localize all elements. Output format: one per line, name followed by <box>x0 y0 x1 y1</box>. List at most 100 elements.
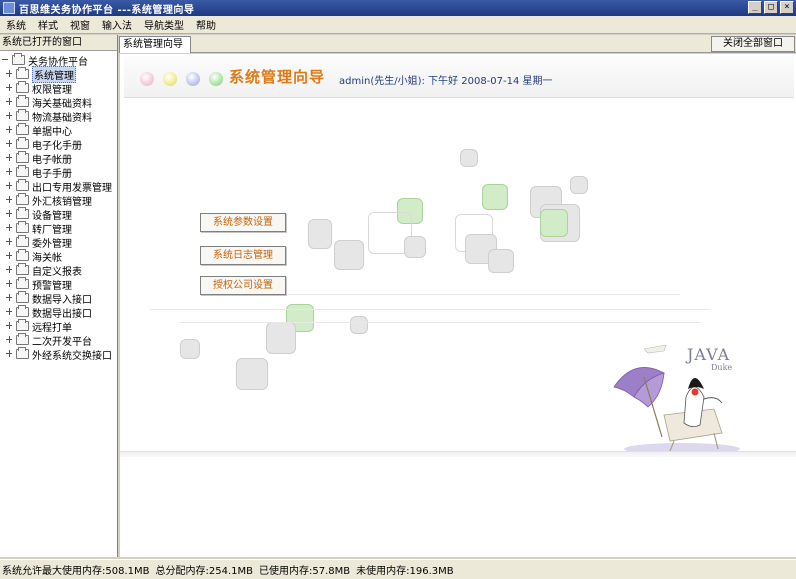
sidebar-item[interactable]: 数据导入接口 <box>0 291 117 306</box>
folder-icon <box>16 137 29 149</box>
expand-icon[interactable] <box>6 308 14 316</box>
used-memory-text: 已使用内存:57.8MB <box>259 566 351 577</box>
pink-dot-icon <box>140 72 154 86</box>
expand-icon[interactable] <box>6 210 14 218</box>
folder-icon <box>16 123 29 135</box>
close-all-windows-button[interactable]: 关闭全部窗口 <box>711 36 795 52</box>
sidebar-item[interactable]: 远程打单 <box>0 319 117 334</box>
sidebar-item[interactable]: 海关帐 <box>0 249 117 264</box>
authorized-company-button[interactable]: 授权公司设置 <box>200 276 286 295</box>
folder-icon <box>12 53 25 65</box>
sidebar-item-label: 预警管理 <box>32 280 72 292</box>
expand-icon[interactable] <box>6 322 14 330</box>
sidebar-item[interactable]: 电子手册 <box>0 165 117 180</box>
sidebar-item[interactable]: 预警管理 <box>0 277 117 292</box>
folder-icon <box>16 81 29 93</box>
sidebar-item-label: 自定义报表 <box>32 266 82 278</box>
folder-icon <box>16 305 29 317</box>
sidebar-item-label: 电子手册 <box>32 168 72 180</box>
expand-icon[interactable] <box>6 294 14 302</box>
folder-icon <box>16 151 29 163</box>
menu-nav-type[interactable]: 导航类型 <box>138 17 190 32</box>
folder-icon <box>16 207 29 219</box>
page-banner: 系统管理向导 admin(先生/小姐): 下午好 2008-07-14 星期一 <box>124 56 794 98</box>
menu-bar: 系统 样式 视窗 输入法 导航类型 帮助 <box>0 16 796 34</box>
main-content: 系统管理向导 admin(先生/小姐): 下午好 2008-07-14 星期一 … <box>119 54 796 557</box>
sidebar-item-label: 二次开发平台 <box>32 336 92 348</box>
page-title: 系统管理向导 <box>229 68 326 86</box>
folder-icon <box>16 319 29 331</box>
tab-strip: 系统管理向导X 关闭全部窗口 <box>119 35 796 65</box>
window-controls: _ □ × <box>748 1 794 14</box>
sidebar-item-label: 海关基础资料 <box>32 98 92 110</box>
tab-system-wizard[interactable]: 系统管理向导X <box>119 36 191 65</box>
sidebar-item-label: 权限管理 <box>32 84 72 96</box>
expand-icon[interactable] <box>6 182 14 190</box>
sidebar-item[interactable]: 转厂管理 <box>0 221 117 236</box>
folder-icon <box>16 109 29 121</box>
sidebar-item-label: 海关帐 <box>32 252 62 264</box>
sidebar-item[interactable]: 数据导出接口 <box>0 305 117 320</box>
expand-icon[interactable] <box>6 280 14 288</box>
sidebar-item[interactable]: 自定义报表 <box>0 263 117 278</box>
expand-icon[interactable] <box>6 84 14 92</box>
sidebar-item[interactable]: 外汇核销管理 <box>0 193 117 208</box>
sidebar-item[interactable]: 委外管理 <box>0 235 117 250</box>
maximize-button[interactable]: □ <box>764 1 778 14</box>
sidebar-item-label: 远程打单 <box>32 322 72 334</box>
expand-icon[interactable] <box>6 266 14 274</box>
folder-icon <box>16 179 29 191</box>
menu-input-method[interactable]: 输入法 <box>96 17 138 32</box>
folder-icon <box>16 193 29 205</box>
menu-window[interactable]: 视窗 <box>64 17 96 32</box>
blue-dot-icon <box>186 72 200 86</box>
panel-header: 系统已打开的窗口 <box>0 35 117 51</box>
sidebar-item[interactable]: 出口专用发票管理 <box>0 179 117 194</box>
menu-style[interactable]: 样式 <box>32 17 64 32</box>
expand-icon[interactable] <box>6 252 14 260</box>
expand-icon[interactable] <box>6 126 14 134</box>
sidebar-item[interactable]: 单据中心 <box>0 123 117 138</box>
minimize-button[interactable]: _ <box>748 1 762 14</box>
sidebar-item[interactable]: 权限管理 <box>0 81 117 96</box>
navigation-tree: 关务协作平台 系统管理 权限管理 海关基础资料 物流基础资料 单据中心 电子化手册 电子帐册… <box>0 51 117 362</box>
sidebar-item[interactable]: 系统管理 <box>0 65 117 83</box>
expand-icon[interactable] <box>6 154 14 162</box>
expand-icon[interactable] <box>6 238 14 246</box>
sidebar-item[interactable]: 电子帐册 <box>0 151 117 166</box>
sidebar-item[interactable]: 海关基础资料 <box>0 95 117 110</box>
expand-icon[interactable] <box>6 196 14 204</box>
app-icon <box>3 2 15 14</box>
max-memory-text: 系统允许最大使用内存:508.1MB <box>2 566 150 577</box>
sidebar-item[interactable]: 物流基础资料 <box>0 109 117 124</box>
tab-label: 系统管理向导 <box>123 39 183 50</box>
system-params-button[interactable]: 系统参数设置 <box>200 213 286 232</box>
expand-icon[interactable] <box>6 98 14 106</box>
expand-icon[interactable] <box>6 224 14 232</box>
folder-icon <box>16 277 29 289</box>
sidebar-item-label: 出口专用发票管理 <box>32 182 112 194</box>
expand-icon[interactable] <box>6 140 14 148</box>
expand-icon[interactable] <box>6 112 14 120</box>
folder-icon <box>16 333 29 345</box>
folder-icon <box>16 235 29 247</box>
expand-icon[interactable] <box>6 168 14 176</box>
yellow-dot-icon <box>163 72 177 86</box>
java-logo: JAVA Duke <box>687 345 732 372</box>
sidebar-item-label: 单据中心 <box>32 126 72 138</box>
sidebar-item[interactable]: 二次开发平台 <box>0 333 117 348</box>
system-log-button[interactable]: 系统日志管理 <box>200 246 286 265</box>
collapse-icon[interactable] <box>2 56 10 64</box>
menu-system[interactable]: 系统 <box>0 17 32 32</box>
close-button[interactable]: × <box>780 1 794 14</box>
menu-help[interactable]: 帮助 <box>190 17 222 32</box>
expand-icon[interactable] <box>6 350 14 358</box>
unused-memory-text: 未使用内存:196.3MB <box>356 566 454 577</box>
expand-icon[interactable] <box>6 70 14 78</box>
sidebar-item-label: 数据导出接口 <box>32 308 92 320</box>
sidebar-item[interactable]: 外经系统交换接口 <box>0 347 117 362</box>
folder-icon <box>16 263 29 275</box>
sidebar-item[interactable]: 设备管理 <box>0 207 117 222</box>
expand-icon[interactable] <box>6 336 14 344</box>
sidebar-item[interactable]: 电子化手册 <box>0 137 117 152</box>
